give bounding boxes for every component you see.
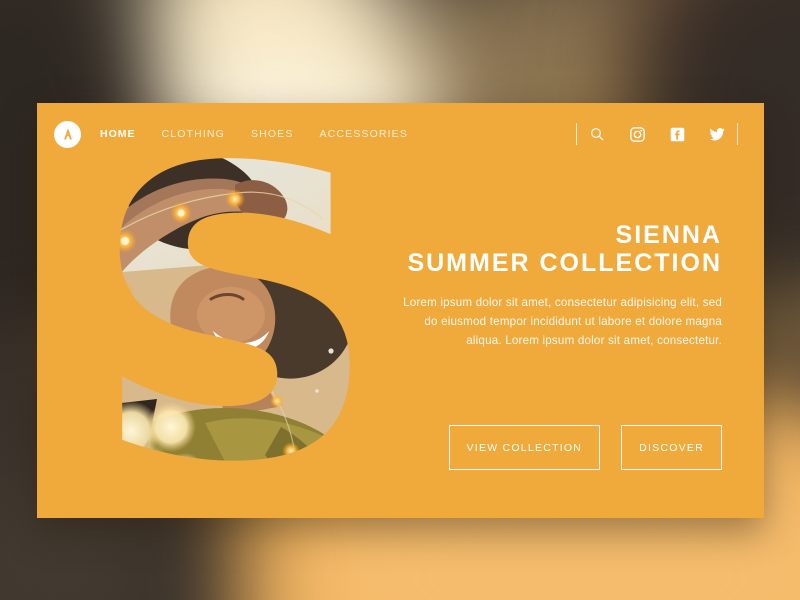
twitter-icon[interactable] [697,122,737,146]
hero-description: Lorem ipsum dolor sit amet, consectetur … [403,296,722,347]
hero-letter-s-image: S [85,155,385,500]
nav-link-accessories[interactable]: ACCESSORIES [319,128,408,140]
cta-button-row: VIEW COLLECTION DISCOVER [448,425,722,470]
facebook-icon[interactable] [657,122,697,146]
hero-card: HOME CLOTHING SHOES ACCESSORIES SIENNA S… [37,103,764,518]
headline-line-1: SIENNA [615,221,722,249]
nav-left-group: HOME CLOTHING SHOES ACCESSORIES [54,120,434,148]
nav-right-group [576,122,738,146]
logo-a-circle-icon[interactable] [54,120,81,148]
hero-text-block: SIENNA SUMMER COLLECTION Lorem ipsum dol… [392,221,722,350]
headline-line-2: SUMMER COLLECTION [407,249,722,277]
view-collection-button[interactable]: VIEW COLLECTION [448,425,601,470]
nav-divider-right [737,123,738,145]
page-title: SIENNA SUMMER COLLECTION [392,221,722,277]
nav-link-clothing[interactable]: CLOTHING [162,128,225,140]
nav-link-home[interactable]: HOME [100,128,136,140]
search-button[interactable] [577,122,617,146]
nav-links: HOME CLOTHING SHOES ACCESSORIES [100,128,434,140]
instagram-icon[interactable] [617,122,657,146]
discover-button[interactable]: DISCOVER [621,425,722,470]
nav-link-shoes[interactable]: SHOES [251,128,294,140]
